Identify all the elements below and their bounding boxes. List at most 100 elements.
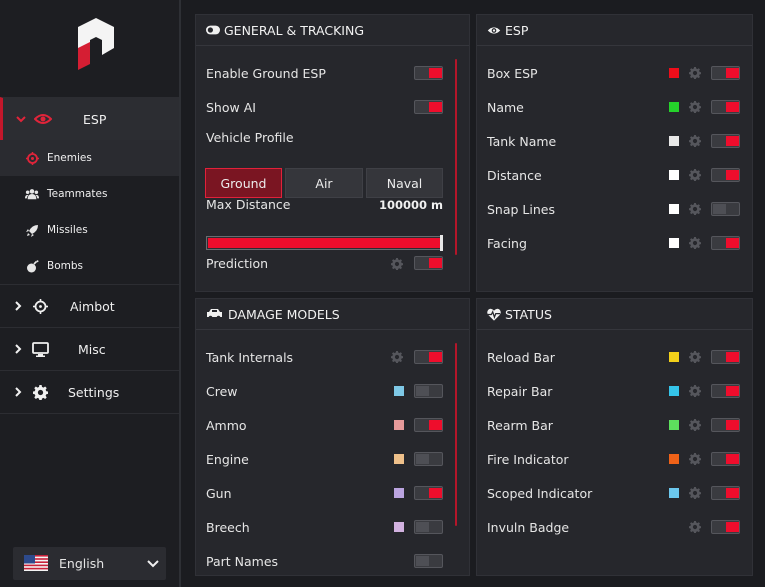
setting-label: Prediction [206,255,269,271]
fire-indicator-toggle[interactable] [711,452,740,466]
tank-name-toggle[interactable] [711,134,740,148]
color-swatch[interactable] [394,386,404,396]
setting-label: Rearm Bar [487,417,553,433]
color-swatch[interactable] [669,454,679,464]
show-ai-toggle[interactable] [414,100,443,114]
box-esp-toggle[interactable] [711,66,740,80]
nav-sub-teammates[interactable]: Teammates [0,176,179,212]
color-swatch[interactable] [669,170,679,180]
us-flag-icon [24,555,48,571]
color-swatch[interactable] [669,68,679,78]
setting-label: Crew [206,383,238,399]
setting-label: Name [487,99,524,115]
max-distance-value: 100000 m [379,198,443,212]
monitor-icon [31,340,49,358]
repair-bar-toggle[interactable] [711,384,740,398]
prediction-toggle[interactable] [414,256,443,270]
sidebar: ESP Enemies Teammates Missiles Bombs Aim… [0,0,181,587]
gear-icon[interactable] [689,453,701,465]
gear-icon[interactable] [689,521,701,533]
chevron-down-icon [147,560,159,568]
gear-icon[interactable] [689,351,701,363]
setting-label: Box ESP [487,65,538,81]
setting-label: Ammo [206,417,247,433]
damage-models-panel: DAMAGE MODELS Tank Internals Crew Ammo Engi… [195,298,470,576]
snap-lines-toggle[interactable] [711,202,740,216]
rearm-bar-toggle[interactable] [711,418,740,432]
gear-icon[interactable] [689,419,701,431]
setting-label: Part Names [206,553,279,569]
nav-sub-enemies[interactable]: Enemies [0,140,179,176]
color-swatch[interactable] [394,488,404,498]
esp-panel: ESP Box ESP Name Tank Name Distance Snap Lin… [476,14,753,292]
reload-bar-toggle[interactable] [711,350,740,364]
name-toggle[interactable] [711,100,740,114]
nav-esp[interactable]: ESP [0,97,179,140]
crew-toggle[interactable] [414,384,443,398]
scrollbar[interactable] [455,59,457,255]
gear-icon[interactable] [689,101,701,113]
color-swatch[interactable] [669,204,679,214]
nav-misc[interactable]: Misc [0,327,179,370]
setting-label: Facing [487,235,527,251]
max-distance-slider[interactable] [206,235,443,251]
nav-sub-missiles[interactable]: Missiles [0,212,179,248]
invuln-badge-toggle[interactable] [711,520,740,534]
nav-aimbot-label: Aimbot [70,298,115,314]
setting-label: Repair Bar [487,383,553,399]
language-select[interactable]: English [13,547,166,580]
profile-air-button[interactable]: Air [285,168,363,198]
panel-header: ESP [477,15,752,46]
engine-toggle[interactable] [414,452,443,466]
gear-icon[interactable] [689,67,701,79]
panel-title: DAMAGE MODELS [228,306,340,322]
color-swatch[interactable] [669,136,679,146]
slider-handle[interactable] [440,235,443,251]
color-swatch[interactable] [669,352,679,362]
gear-icon[interactable] [689,203,701,215]
color-swatch[interactable] [669,420,679,430]
chevron-right-icon [12,300,24,312]
scoped-indicator-toggle[interactable] [711,486,740,500]
gear-icon[interactable] [689,169,701,181]
gear-icon[interactable] [689,487,701,499]
nav-settings[interactable]: Settings [0,370,179,414]
gear-icon[interactable] [689,237,701,249]
color-swatch[interactable] [669,386,679,396]
nav-sub-label: Bombs [47,260,83,272]
facing-toggle[interactable] [711,236,740,250]
tank-internals-toggle[interactable] [414,350,443,364]
nav-sub-label: Enemies [47,152,92,164]
enable-ground-esp-toggle[interactable] [414,66,443,80]
color-swatch[interactable] [394,454,404,464]
setting-label: Reload Bar [487,349,555,365]
gear-icon[interactable] [689,135,701,147]
car-crash-icon [206,307,224,321]
color-swatch[interactable] [669,238,679,248]
gear-icon[interactable] [391,258,403,270]
ammo-toggle[interactable] [414,418,443,432]
setting-label: Show AI [206,99,256,115]
color-swatch[interactable] [394,522,404,532]
profile-naval-button[interactable]: Naval [366,168,443,198]
breech-toggle[interactable] [414,520,443,534]
gear-icon[interactable] [689,385,701,397]
nav-sub-label: Teammates [47,188,108,200]
nav-sub-bombs[interactable]: Bombs [0,248,179,284]
color-swatch[interactable] [669,102,679,112]
setting-label: Fire Indicator [487,451,569,467]
nav-aimbot[interactable]: Aimbot [0,284,179,327]
nav-settings-label: Settings [68,384,120,400]
gear-icon[interactable] [391,351,403,363]
nav-esp-label: ESP [83,111,107,127]
language-label: English [59,556,105,571]
scrollbar[interactable] [455,343,457,526]
setting-label: Snap Lines [487,201,555,217]
gun-toggle[interactable] [414,486,443,500]
distance-toggle[interactable] [711,168,740,182]
color-swatch[interactable] [394,420,404,430]
color-swatch[interactable] [669,488,679,498]
setting-label: Vehicle Profile [206,129,294,145]
chevron-right-icon [12,343,24,355]
part-names-toggle[interactable] [414,554,443,568]
